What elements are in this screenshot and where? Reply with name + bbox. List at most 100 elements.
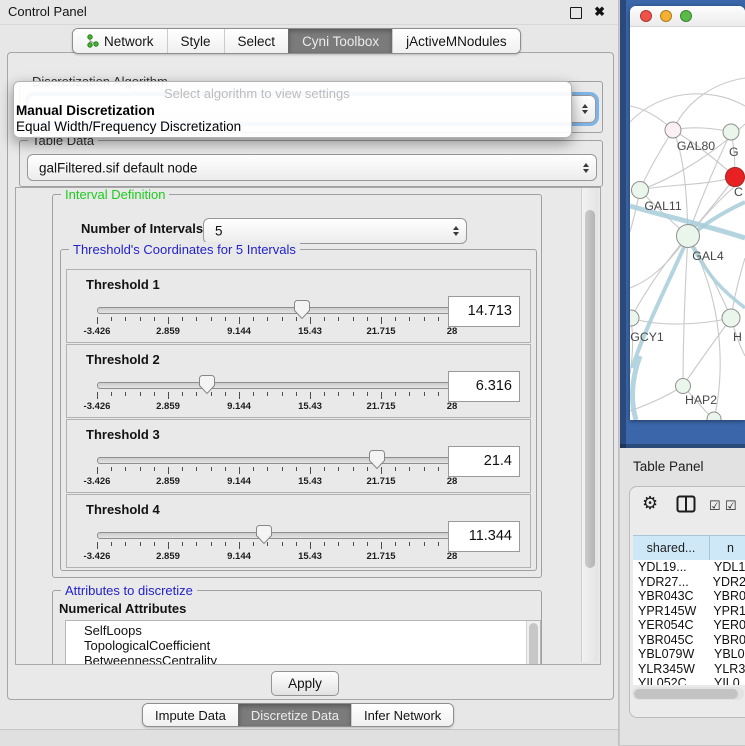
node-label: H	[733, 330, 742, 344]
network-canvas[interactable]: GAL80GCGAL11GAL4GCY1HHAP2	[630, 26, 745, 420]
slider-track[interactable]	[97, 532, 452, 539]
interval-definition-group: Interval Definition Number of Intervals …	[52, 194, 542, 578]
network-node[interactable]	[632, 182, 649, 199]
table-row[interactable]: YBL079WYBL0	[633, 647, 745, 662]
table-data-combobox[interactable]: galFiltered.sif default node	[27, 154, 597, 181]
tick-label: 2.859	[156, 476, 180, 487]
threshold-value-field[interactable]: 14.713	[448, 296, 520, 327]
table-row[interactable]: YBR045CYBR0	[633, 633, 745, 648]
node-label: GAL80	[677, 139, 715, 153]
network-node[interactable]	[630, 310, 639, 326]
algorithm-option-manual-discretization[interactable]: Manual Discretization	[16, 103, 567, 119]
column-header-shared-name[interactable]: shared...	[633, 536, 710, 560]
tab-label: Network	[104, 34, 154, 49]
slider-track[interactable]	[97, 457, 452, 464]
table-row[interactable]: YDL19...YDL1	[633, 560, 745, 575]
algorithm-dropdown-popup: Select algorithm to view settings Manual…	[13, 81, 572, 138]
zoom-traffic-light-icon[interactable]	[680, 10, 692, 22]
apply-button[interactable]: Apply	[271, 671, 339, 696]
threshold-value-field[interactable]: 21.4	[448, 446, 520, 477]
tab-label: Impute Data	[155, 708, 226, 723]
network-node[interactable]	[722, 309, 740, 327]
tab-select[interactable]: Select	[224, 29, 289, 53]
cell-name: YDR2	[708, 575, 745, 590]
numerical-attributes-list[interactable]: SelfLoopsTopologicalCoefficientBetweenne…	[65, 620, 541, 665]
table-header: shared... n	[633, 535, 745, 561]
close-traffic-light-icon[interactable]	[640, 10, 652, 22]
table-row[interactable]: YLR345WYLR3	[633, 662, 745, 677]
column-layout-icon[interactable]	[676, 494, 696, 519]
table-row[interactable]: YPR145WYPR1	[633, 604, 745, 619]
threshold-slider[interactable]: -3.4262.8599.14415.4321.71528	[97, 298, 452, 340]
select-columns-checkbox-icon[interactable]: ☑	[725, 498, 737, 514]
network-node[interactable]	[726, 168, 745, 187]
tab-jactivemnodules[interactable]: jActiveMNodules	[392, 29, 520, 53]
threshold-slider[interactable]: -3.4262.8599.14415.4321.71528	[97, 523, 452, 565]
tick-label: -3.426	[84, 401, 111, 412]
tab-impute-data[interactable]: Impute Data	[143, 704, 238, 726]
settings-gear-icon[interactable]: ⚙	[642, 493, 658, 514]
attribute-item-selfloops[interactable]: SelfLoops	[84, 623, 540, 638]
threshold-value-field[interactable]: 11.344	[448, 521, 520, 552]
application-window: Control Panel ✖ Network StyleSelectCyni T…	[0, 0, 745, 745]
show-columns-checkbox-icon[interactable]: ☑	[709, 498, 721, 514]
slider-track[interactable]	[97, 382, 452, 389]
threshold-slider[interactable]: -3.4262.8599.14415.4321.71528	[97, 448, 452, 490]
tab-style[interactable]: Style	[167, 29, 224, 53]
list-scrollbar-thumb[interactable]	[529, 623, 538, 665]
panel-scrollbar[interactable]	[581, 188, 598, 662]
column-header-name[interactable]: n	[710, 536, 745, 560]
cell-name: YER0	[708, 618, 745, 633]
number-of-intervals-combobox[interactable]: 5	[203, 218, 467, 244]
network-node[interactable]	[665, 122, 681, 138]
node-label: HAP2	[685, 393, 717, 407]
tick-label: 21.715	[366, 476, 395, 487]
network-node[interactable]	[723, 124, 739, 140]
network-node[interactable]	[677, 225, 700, 248]
number-of-intervals-label: Number of Intervals	[81, 221, 203, 236]
tick-label: 28	[447, 401, 458, 412]
table-row[interactable]: YDR27...YDR2	[633, 575, 745, 590]
algorithm-option-equal-width-frequency-discretization[interactable]: Equal Width/Frequency Discretization	[16, 119, 567, 135]
cyni-toolbox-panel: Discretization Algorithm Table Data galF…	[7, 52, 614, 700]
table-row[interactable]: YER054CYER0	[633, 618, 745, 633]
threshold-value-field[interactable]: 6.316	[448, 371, 520, 402]
table-row[interactable]: YIL052CYIL0	[633, 676, 745, 685]
panel-scrollbar-thumb[interactable]	[585, 210, 595, 568]
node-label: GCY1	[630, 330, 664, 344]
network-node[interactable]	[707, 412, 721, 420]
table-panel-title: Table Panel	[633, 459, 704, 474]
cell-name: YDL1	[709, 560, 745, 575]
tab-network[interactable]: Network	[73, 29, 167, 53]
list-scrollbar[interactable]	[526, 621, 540, 665]
tick-label: 2.859	[156, 326, 180, 337]
cell-shared-name: YBR045C	[633, 633, 708, 648]
network-window-frame: GAL80GCGAL11GAL4GCY1HHAP2	[620, 0, 745, 448]
attribute-item-betweennesscentrality[interactable]: BetweennessCentrality	[84, 653, 540, 665]
tick-label: 2.859	[156, 401, 180, 412]
network-node[interactable]	[676, 379, 691, 394]
attribute-item-topologicalcoefficient[interactable]: TopologicalCoefficient	[84, 638, 540, 653]
table-data-group: Table Data galFiltered.sif default node	[19, 140, 603, 187]
float-window-icon[interactable]	[570, 7, 582, 19]
threshold-coordinates-group: Threshold's Coordinates for 5 Intervals …	[60, 249, 537, 571]
table-hscrollbar[interactable]	[632, 687, 744, 700]
tab-infer-network[interactable]: Infer Network	[351, 704, 453, 726]
table-hscrollbar-thumb[interactable]	[634, 689, 738, 699]
table-row[interactable]: YBR043CYBR0	[633, 589, 745, 604]
tick-label: 28	[447, 551, 458, 562]
tab-cyni-toolbox[interactable]: Cyni Toolbox	[288, 29, 392, 53]
network-window: GAL80GCGAL11GAL4GCY1HHAP2	[630, 6, 745, 420]
close-icon[interactable]: ✖	[594, 4, 605, 20]
dropdown-options: Manual DiscretizationEqual Width/Frequen…	[16, 103, 567, 135]
control-panel-titlebar: Control Panel ✖	[0, 0, 618, 25]
cell-shared-name: YER054C	[633, 618, 708, 633]
minimize-traffic-light-icon[interactable]	[660, 10, 672, 22]
tab-label: Discretize Data	[251, 708, 339, 723]
network-window-titlebar[interactable]	[630, 6, 745, 27]
mode-tabs: Impute Data Discretize Data Infer Network	[142, 703, 454, 727]
slider-track[interactable]	[97, 307, 452, 314]
threshold-slider[interactable]: -3.4262.8599.14415.4321.71528	[97, 373, 452, 415]
tab-discretize-data[interactable]: Discretize Data	[238, 704, 351, 726]
tick-label: 28	[447, 326, 458, 337]
